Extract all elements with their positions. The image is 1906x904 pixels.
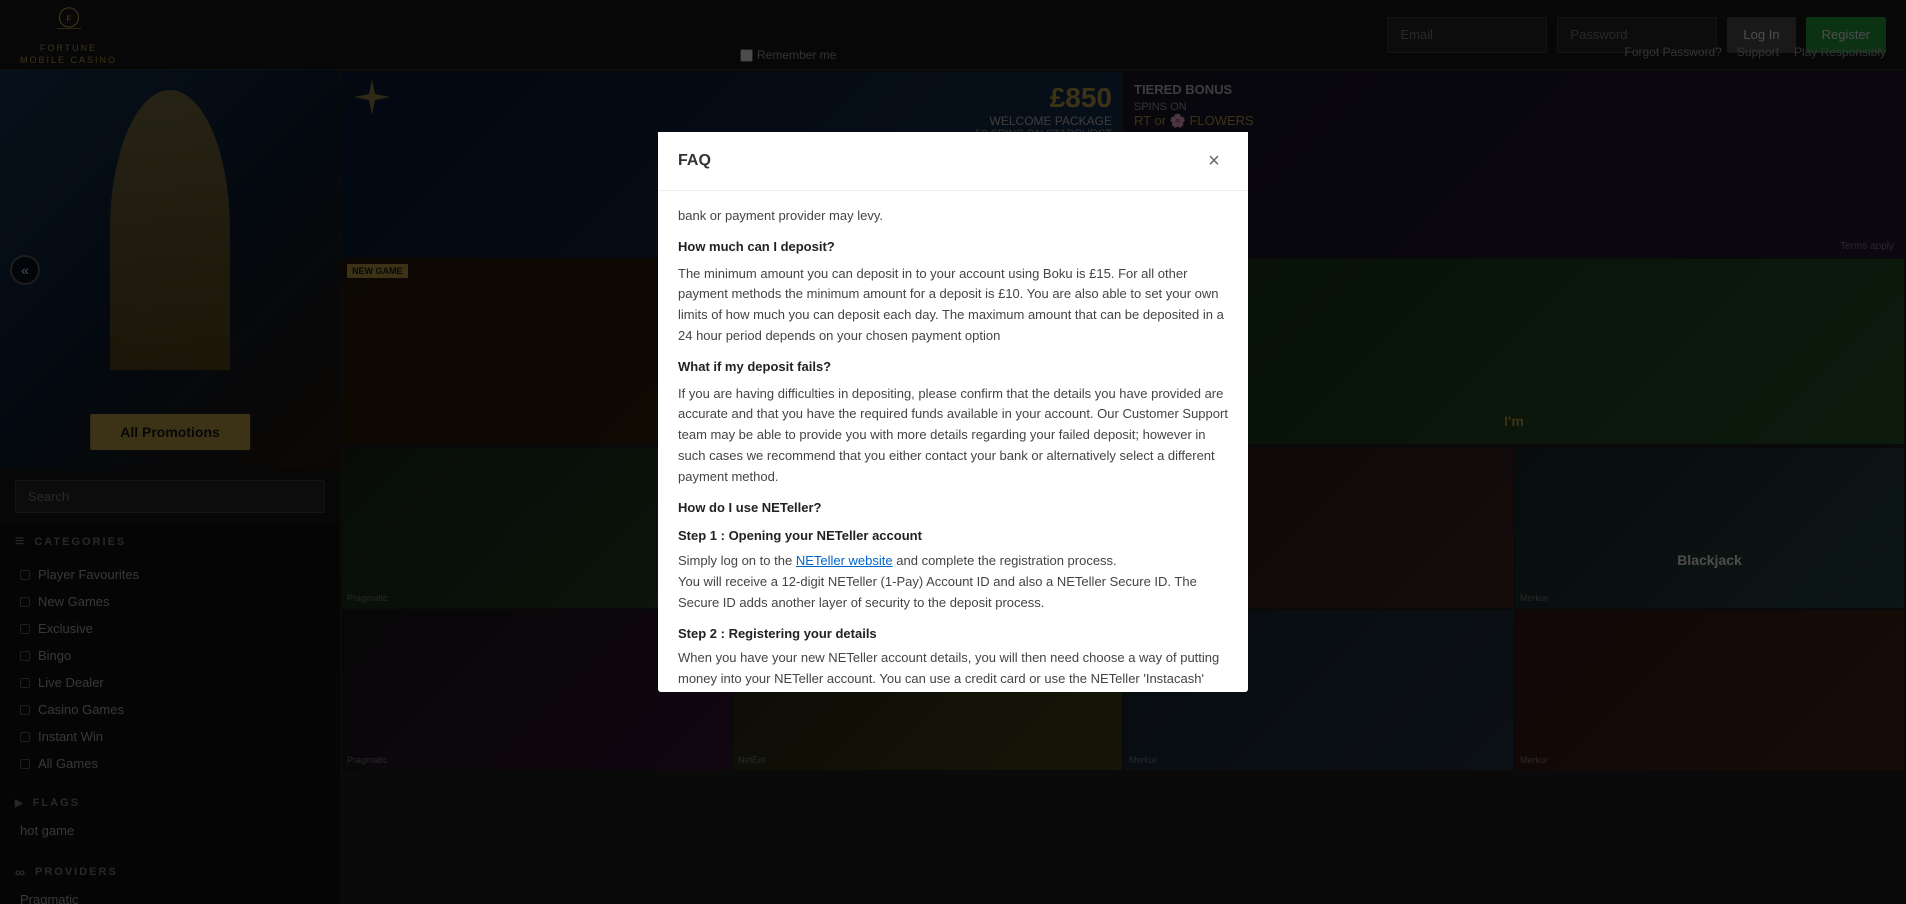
faq-neteller-link[interactable]: NETeller website [796,553,893,568]
faq-modal: FAQ × bank or payment provider may levy.… [658,132,1248,692]
faq-answer-2: If you are having difficulties in deposi… [678,384,1228,488]
faq-step2-title: Step 2 : Registering your details [678,624,1228,645]
faq-body[interactable]: bank or payment provider may levy. How m… [658,191,1248,692]
faq-step1-body: Simply log on to the NETeller website an… [678,551,1228,613]
modal-overlay[interactable]: FAQ × bank or payment provider may levy.… [0,0,1906,904]
faq-title: FAQ [678,152,711,170]
faq-step1-rest: and complete the registration process. [896,553,1116,568]
faq-header: FAQ × [658,132,1248,191]
faq-step1-title: Step 1 : Opening your NETeller account [678,526,1228,547]
faq-question-3: How do I use NETeller? [678,498,1228,519]
faq-question-1: How much can I deposit? [678,237,1228,258]
faq-intro: bank or payment provider may levy. [678,206,1228,227]
faq-step2-body: When you have your new NETeller account … [678,648,1228,692]
faq-question-2: What if my deposit fails? [678,357,1228,378]
faq-answer-1: The minimum amount you can deposit in to… [678,264,1228,347]
faq-step1-intro: Simply log on to the [678,553,792,568]
faq-step1-line2: You will receive a 12-digit NETeller (1-… [678,574,1197,610]
faq-close-button[interactable]: × [1200,147,1228,175]
